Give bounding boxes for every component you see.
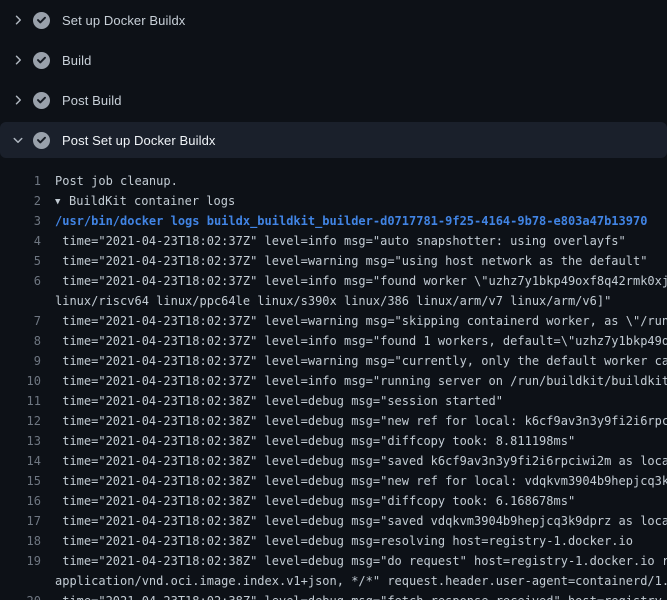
- log-line-text: time="2021-04-23T18:02:38Z" level=debug …: [55, 551, 667, 571]
- log-line-number[interactable]: [0, 291, 41, 311]
- log-line-number[interactable]: 15: [0, 471, 41, 491]
- step-label: Build: [62, 53, 91, 68]
- log-line: 14 time="2021-04-23T18:02:38Z" level=deb…: [0, 451, 667, 471]
- log-line-text: time="2021-04-23T18:02:37Z" level=info m…: [55, 231, 667, 251]
- log-line-text: time="2021-04-23T18:02:38Z" level=debug …: [55, 491, 667, 511]
- log-line-number[interactable]: 17: [0, 511, 41, 531]
- log-line-text: time="2021-04-23T18:02:37Z" level=warnin…: [55, 351, 667, 371]
- log-line-text: linux/riscv64 linux/ppc64le linux/s390x …: [55, 291, 667, 311]
- log-line-text: application/vnd.oci.image.index.v1+json,…: [55, 571, 667, 591]
- log-line-number[interactable]: 3: [0, 211, 41, 231]
- log-line: linux/riscv64 linux/ppc64le linux/s390x …: [0, 291, 667, 311]
- log-line-number[interactable]: 18: [0, 531, 41, 551]
- log-line-number[interactable]: [0, 571, 41, 591]
- log-line: 19 time="2021-04-23T18:02:38Z" level=deb…: [0, 551, 667, 571]
- log-line-text: Post job cleanup.: [55, 171, 667, 191]
- step-label: Post Set up Docker Buildx: [62, 133, 216, 148]
- log-line-text: time="2021-04-23T18:02:37Z" level=info m…: [55, 371, 667, 391]
- check-circle-icon: [33, 12, 50, 29]
- log-line: 9 time="2021-04-23T18:02:37Z" level=warn…: [0, 351, 667, 371]
- log-line-text: time="2021-04-23T18:02:38Z" level=debug …: [55, 591, 667, 600]
- log-line-text: time="2021-04-23T18:02:38Z" level=debug …: [55, 511, 667, 531]
- step-set-up-docker-buildx[interactable]: Set up Docker Buildx: [0, 0, 667, 40]
- log-line-number[interactable]: 19: [0, 551, 41, 571]
- log-line: 2 ▼BuildKit container logs: [0, 191, 667, 211]
- log-line-number[interactable]: 5: [0, 251, 41, 271]
- log-line: 6 time="2021-04-23T18:02:37Z" level=info…: [0, 271, 667, 291]
- log-line-number[interactable]: 20: [0, 591, 41, 600]
- log-line: 3 /usr/bin/docker logs buildx_buildkit_b…: [0, 211, 667, 231]
- log-line-text: time="2021-04-23T18:02:38Z" level=debug …: [55, 471, 667, 491]
- log-line-number[interactable]: 14: [0, 451, 41, 471]
- log-line: 11 time="2021-04-23T18:02:38Z" level=deb…: [0, 391, 667, 411]
- chevron-right-icon: [10, 54, 26, 66]
- check-circle-icon: [33, 92, 50, 109]
- workflow-log-viewer: Set up Docker Buildx Build Post Build: [0, 0, 667, 600]
- step-label: Set up Docker Buildx: [62, 13, 185, 28]
- log-line: 4 time="2021-04-23T18:02:37Z" level=info…: [0, 231, 667, 251]
- triangle-down-icon[interactable]: ▼: [55, 192, 69, 211]
- step-post-build[interactable]: Post Build: [0, 80, 667, 120]
- step-list: Set up Docker Buildx Build Post Build: [0, 0, 667, 158]
- log-line: 15 time="2021-04-23T18:02:38Z" level=deb…: [0, 471, 667, 491]
- log-line-number[interactable]: 11: [0, 391, 41, 411]
- log-line-number[interactable]: 1: [0, 171, 41, 191]
- log-line: application/vnd.oci.image.index.v1+json,…: [0, 571, 667, 591]
- log-line-number[interactable]: 13: [0, 431, 41, 451]
- log-line-number[interactable]: 16: [0, 491, 41, 511]
- check-circle-icon: [33, 52, 50, 69]
- log-line: 10 time="2021-04-23T18:02:37Z" level=inf…: [0, 371, 667, 391]
- check-circle-icon: [33, 132, 50, 149]
- log-line-number[interactable]: 6: [0, 271, 41, 291]
- chevron-right-icon: [10, 94, 26, 106]
- log-line: 8 time="2021-04-23T18:02:37Z" level=info…: [0, 331, 667, 351]
- step-label: Post Build: [62, 93, 122, 108]
- log-line: 17 time="2021-04-23T18:02:38Z" level=deb…: [0, 511, 667, 531]
- log-line-number[interactable]: 7: [0, 311, 41, 331]
- step-post-set-up-docker-buildx[interactable]: Post Set up Docker Buildx: [0, 122, 667, 158]
- log-line-number[interactable]: 9: [0, 351, 41, 371]
- log-line: 16 time="2021-04-23T18:02:38Z" level=deb…: [0, 491, 667, 511]
- chevron-right-icon: [10, 14, 26, 26]
- log-line: 18 time="2021-04-23T18:02:38Z" level=deb…: [0, 531, 667, 551]
- log-line-number[interactable]: 10: [0, 371, 41, 391]
- log-area: 1 Post job cleanup. 2 ▼BuildKit containe…: [0, 160, 667, 600]
- log-line-text: time="2021-04-23T18:02:37Z" level=warnin…: [55, 251, 667, 271]
- chevron-down-icon: [10, 134, 26, 146]
- log-line-text: time="2021-04-23T18:02:37Z" level=warnin…: [55, 311, 667, 331]
- log-line-text: time="2021-04-23T18:02:38Z" level=debug …: [55, 411, 667, 431]
- log-line-number[interactable]: 8: [0, 331, 41, 351]
- log-line-text: /usr/bin/docker logs buildx_buildkit_bui…: [55, 211, 667, 231]
- log-line-number[interactable]: 2: [0, 191, 41, 211]
- log-line-text: time="2021-04-23T18:02:38Z" level=debug …: [55, 391, 667, 411]
- log-line-text[interactable]: ▼BuildKit container logs: [55, 191, 667, 211]
- log-line-text: time="2021-04-23T18:02:37Z" level=info m…: [55, 271, 667, 291]
- step-build[interactable]: Build: [0, 40, 667, 80]
- log-line: 5 time="2021-04-23T18:02:37Z" level=warn…: [0, 251, 667, 271]
- log-line-text: time="2021-04-23T18:02:38Z" level=debug …: [55, 531, 667, 551]
- log-line-text: time="2021-04-23T18:02:37Z" level=info m…: [55, 331, 667, 351]
- log-line: 12 time="2021-04-23T18:02:38Z" level=deb…: [0, 411, 667, 431]
- log-line: 13 time="2021-04-23T18:02:38Z" level=deb…: [0, 431, 667, 451]
- log-line: 20 time="2021-04-23T18:02:38Z" level=deb…: [0, 591, 667, 600]
- log-line: 1 Post job cleanup.: [0, 171, 667, 191]
- log-line-text: time="2021-04-23T18:02:38Z" level=debug …: [55, 451, 667, 471]
- log-line: 7 time="2021-04-23T18:02:37Z" level=warn…: [0, 311, 667, 331]
- log-line-text: time="2021-04-23T18:02:38Z" level=debug …: [55, 431, 667, 451]
- log-line-number[interactable]: 12: [0, 411, 41, 431]
- log-line-number[interactable]: 4: [0, 231, 41, 251]
